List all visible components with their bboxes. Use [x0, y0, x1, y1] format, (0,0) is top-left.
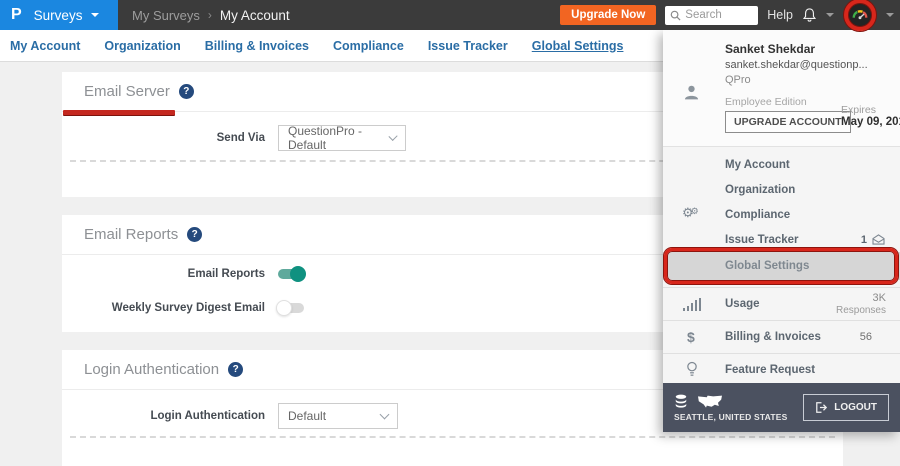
red-underline-annotation: [63, 110, 175, 115]
help-link[interactable]: Help: [767, 8, 793, 22]
login-authentication-title: Login Authentication: [84, 361, 219, 378]
menu-item-organization[interactable]: Organization: [663, 177, 900, 202]
app-menu-label: Surveys: [34, 8, 83, 23]
menu-item-issue-tracker[interactable]: Issue Tracker 1: [663, 227, 900, 252]
dollar-icon: $: [687, 329, 695, 345]
user-name: Sanket Shekdar: [725, 42, 815, 56]
breadcrumb-my-account: My Account: [220, 8, 290, 23]
upgrade-now-button[interactable]: Upgrade Now: [560, 5, 656, 25]
weekly-digest-label: Weekly Survey Digest Email: [62, 302, 265, 314]
menu-item-label: Organization: [663, 184, 795, 196]
chevron-down-icon: [380, 410, 390, 420]
menu-item-label: My Account: [663, 159, 790, 171]
menu-item-my-account[interactable]: My Account: [663, 152, 900, 177]
dotted-divider: [70, 436, 835, 438]
bell-icon: [802, 7, 817, 23]
bar-chart-icon: [683, 298, 701, 311]
avatar-chevron-icon: [886, 13, 894, 17]
gauge-avatar-icon: [851, 6, 869, 24]
toggle-knob: [290, 266, 306, 282]
menu-item-global-settings[interactable]: Global Settings: [663, 252, 900, 280]
email-reports-title: Email Reports: [84, 226, 178, 243]
tab-compliance[interactable]: Compliance: [333, 39, 404, 53]
chevron-down-icon: [91, 13, 99, 17]
logout-icon: [815, 402, 828, 413]
panel-menu: My Account Organization ⚙⚙ Compliance Is…: [663, 147, 900, 386]
usage-count: 3K: [836, 292, 886, 305]
login-authentication-label: Login Authentication: [62, 410, 265, 422]
help-icon[interactable]: ?: [187, 227, 202, 242]
email-reports-toggle[interactable]: [278, 269, 304, 279]
search-input[interactable]: [685, 9, 753, 21]
logout-button[interactable]: LOGOUT: [803, 394, 889, 421]
expires-date: May 09, 2019: [841, 116, 900, 128]
send-via-label: Send Via: [62, 132, 265, 144]
avatar: [848, 3, 872, 27]
user-email: sanket.shekdar@questionp...: [725, 59, 868, 71]
menu-item-feature-request[interactable]: Feature Request: [663, 353, 900, 386]
expires-label: Expires: [841, 104, 900, 116]
header-actions: Upgrade Now Help: [560, 0, 900, 30]
send-via-select[interactable]: QuestionPro - Default: [278, 125, 406, 151]
tab-issue-tracker[interactable]: Issue Tracker: [428, 39, 508, 53]
search-icon: [670, 10, 681, 21]
edition-label: Employee Edition: [725, 96, 807, 108]
menu-item-usage[interactable]: Usage 3K Responses: [663, 287, 900, 320]
stat-label: Usage: [663, 298, 760, 310]
logout-label: LOGOUT: [834, 402, 877, 413]
breadcrumb-separator: ›: [208, 8, 212, 22]
login-authentication-value: Default: [288, 409, 326, 423]
breadcrumb: My Surveys › My Account: [132, 8, 290, 23]
panel-footer: SEATTLE, UNITED STATES LOGOUT: [663, 383, 900, 432]
usage-value: 3K Responses: [836, 292, 886, 316]
mail-icon: [872, 234, 885, 245]
tab-organization[interactable]: Organization: [104, 39, 180, 53]
datacenter-info: SEATTLE, UNITED STATES: [674, 394, 788, 422]
tab-billing-invoices[interactable]: Billing & Invoices: [205, 39, 309, 53]
person-icon: [683, 84, 700, 101]
toggle-knob: [276, 300, 292, 316]
login-authentication-select[interactable]: Default: [278, 403, 398, 429]
lightbulb-icon: [685, 361, 699, 378]
email-server-title: Email Server: [84, 83, 170, 100]
user-company: QPro: [725, 74, 751, 86]
database-icon: [674, 394, 688, 410]
help-icon[interactable]: ?: [228, 362, 243, 377]
email-reports-label: Email Reports: [62, 268, 265, 280]
user-dropdown-panel: Sanket Shekdar sanket.shekdar@questionp.…: [663, 30, 900, 432]
usa-map-icon: [696, 394, 724, 410]
usage-unit: Responses: [836, 305, 886, 317]
menu-item-label: Global Settings: [663, 260, 809, 272]
user-info-block: Sanket Shekdar sanket.shekdar@questionp.…: [663, 30, 900, 147]
top-header: P Surveys My Surveys › My Account Upgrad…: [0, 0, 900, 30]
expires-block: Expires May 09, 2019: [841, 104, 900, 128]
billing-count: 56: [860, 331, 872, 343]
bell-chevron-icon: [826, 13, 834, 17]
menu-item-label: Issue Tracker: [663, 234, 799, 246]
menu-item-billing-invoices[interactable]: $ Billing & Invoices 56: [663, 320, 900, 353]
tab-my-account[interactable]: My Account: [10, 39, 80, 53]
search-box[interactable]: [665, 6, 758, 25]
tab-global-settings[interactable]: Global Settings: [532, 39, 624, 53]
help-icon[interactable]: ?: [179, 84, 194, 99]
surveys-product-menu[interactable]: P Surveys: [0, 0, 118, 30]
issue-tracker-badge: 1: [861, 234, 885, 246]
badge-count: 1: [861, 234, 867, 246]
menu-item-compliance[interactable]: ⚙⚙ Compliance: [663, 202, 900, 227]
questionpro-logo-icon: P: [11, 6, 22, 24]
questionpro-app: P Surveys My Surveys › My Account Upgrad…: [0, 0, 900, 466]
user-avatar-button[interactable]: [843, 0, 877, 30]
gears-icon: ⚙⚙: [682, 204, 699, 222]
notifications-button[interactable]: [802, 7, 817, 23]
upgrade-account-button[interactable]: UPGRADE ACCOUNT: [725, 111, 851, 133]
breadcrumb-my-surveys[interactable]: My Surveys: [132, 8, 200, 23]
weekly-digest-toggle[interactable]: [278, 303, 304, 313]
datacenter-location: SEATTLE, UNITED STATES: [674, 412, 788, 422]
send-via-value: QuestionPro - Default: [288, 124, 390, 152]
